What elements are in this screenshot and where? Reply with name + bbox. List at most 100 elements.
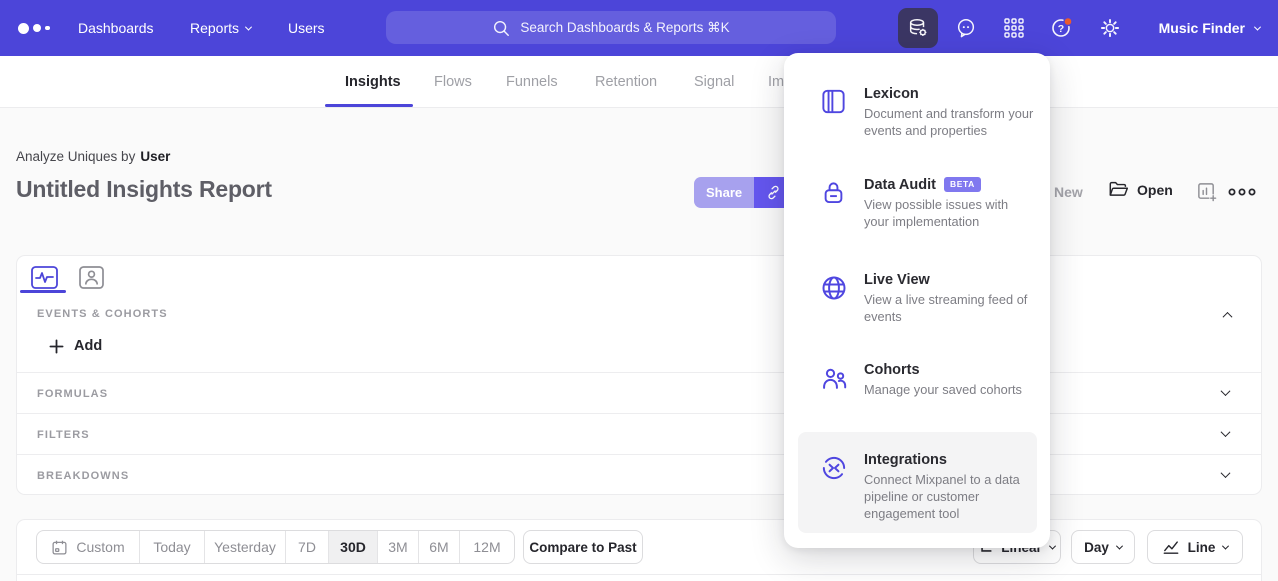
breakdowns-section[interactable]: BREAKDOWNS	[17, 454, 1261, 495]
chevron-down-icon	[1049, 542, 1056, 549]
interval-label: Day	[1084, 540, 1109, 555]
svg-text:?: ?	[1058, 23, 1064, 35]
active-tab-underline	[325, 104, 413, 107]
date-range-label: 6M	[429, 539, 448, 555]
breakdowns-header: BREAKDOWNS	[37, 470, 129, 482]
analyze-breadcrumb: Analyze Uniques by User	[16, 149, 170, 164]
metrics-view-tab[interactable]	[31, 266, 61, 290]
date-range-today[interactable]: Today	[139, 531, 204, 563]
apps-grid-button[interactable]	[994, 8, 1034, 48]
ellipsis-icon	[1228, 186, 1256, 198]
integrations-sync-icon	[820, 452, 848, 523]
active-view-underline	[20, 290, 66, 293]
menu-item-title: Cohorts	[864, 362, 920, 378]
search-input[interactable]: Search Dashboards & Reports ⌘K	[386, 11, 836, 44]
menu-item-description: Connect Mixpanel to a data pipeline or c…	[864, 472, 1036, 523]
new-report-button[interactable]: New	[1054, 184, 1083, 200]
nav-reports-label: Reports	[190, 20, 239, 36]
project-name-label: Music Finder	[1159, 20, 1245, 36]
chevron-down-icon	[1116, 542, 1123, 549]
date-range-12m[interactable]: 12M	[459, 531, 514, 563]
open-report-button[interactable]: Open	[1108, 180, 1173, 199]
chart-type-label: Line	[1188, 540, 1216, 555]
nav-dashboards[interactable]: Dashboards	[78, 0, 154, 56]
chevron-down-icon	[245, 23, 252, 30]
toolbar-divider	[17, 574, 1261, 575]
menu-item-live-view[interactable]: Live View View a live streaming feed of …	[820, 272, 1034, 326]
tab-insights[interactable]: Insights	[345, 56, 401, 108]
menu-item-title: Data Audit	[864, 177, 936, 193]
menu-item-description: Manage your saved cohorts	[864, 382, 1036, 399]
date-range-yesterday[interactable]: Yesterday	[204, 531, 285, 563]
formulas-header: FORMULAS	[37, 388, 108, 400]
filters-section[interactable]: FILTERS	[17, 413, 1261, 454]
date-range-custom[interactable]: Custom	[37, 531, 139, 563]
search-icon	[492, 19, 510, 37]
expand-breakdowns-chevron-icon	[1221, 468, 1231, 478]
calendar-icon	[51, 539, 68, 556]
more-options-button[interactable]	[1228, 186, 1256, 198]
mixpanel-logo-icon[interactable]	[18, 0, 50, 56]
nav-users-label: Users	[288, 20, 325, 36]
date-range-label: Yesterday	[214, 539, 276, 555]
formulas-section[interactable]: FORMULAS	[17, 372, 1261, 413]
help-icon: ?	[1050, 16, 1074, 40]
add-event-button[interactable]: Add	[49, 338, 102, 354]
notification-dot	[1064, 18, 1072, 26]
report-title[interactable]: Untitled Insights Report	[16, 176, 272, 203]
analyze-prefix-label: Analyze Uniques by	[16, 149, 135, 164]
chart-type-select[interactable]: Line	[1147, 530, 1243, 564]
expand-filters-chevron-icon	[1221, 427, 1231, 437]
lexicon-book-icon	[820, 86, 848, 140]
top-navigation-bar: Dashboards Reports Users Search Dashboar…	[0, 0, 1278, 56]
menu-item-integrations[interactable]: Integrations Connect Mixpanel to a data …	[820, 452, 1034, 523]
chevron-down-icon	[1222, 542, 1229, 549]
collapse-events-chevron-icon[interactable]	[1223, 312, 1233, 322]
menu-item-data-audit[interactable]: Data Audit BETA View possible issues wit…	[820, 177, 1034, 231]
share-label: Share	[706, 185, 742, 200]
query-builder-card: EVENTS & COHORTS Add FORMULAS FILTERS BR…	[16, 255, 1262, 495]
tab-signal[interactable]: Signal	[694, 56, 734, 108]
menu-item-description: View possible issues with your implement…	[864, 197, 1036, 231]
date-range-3m[interactable]: 3M	[377, 531, 418, 563]
menu-item-title: Lexicon	[864, 86, 919, 102]
menu-item-cohorts[interactable]: Cohorts Manage your saved cohorts	[820, 362, 1034, 399]
date-range-7d[interactable]: 7D	[285, 531, 328, 563]
nav-reports[interactable]: Reports	[190, 0, 251, 56]
menu-item-lexicon[interactable]: Lexicon Document and transform your even…	[820, 86, 1034, 140]
add-to-dashboard-button[interactable]	[1196, 181, 1217, 202]
interval-select[interactable]: Day	[1071, 530, 1135, 564]
compare-to-past-button[interactable]: Compare to Past	[523, 530, 643, 564]
events-cohorts-header: EVENTS & COHORTS	[37, 308, 168, 320]
project-selector[interactable]: Music Finder	[1159, 0, 1260, 56]
share-button[interactable]: Share	[694, 177, 754, 208]
nav-users[interactable]: Users	[288, 0, 325, 56]
expand-formulas-chevron-icon	[1221, 386, 1231, 396]
date-range-label: Custom	[76, 539, 124, 555]
app-root: Dashboards Reports Users Search Dashboar…	[0, 0, 1278, 581]
open-label: Open	[1137, 182, 1173, 198]
date-range-group: Custom Today Yesterday 7D 30D 3M 6M 12M	[36, 530, 515, 564]
feedback-button[interactable]	[946, 8, 986, 48]
link-icon	[765, 184, 782, 201]
share-button-group: Share	[694, 177, 792, 208]
analyze-entity-selector[interactable]: User	[140, 149, 170, 164]
date-range-30d[interactable]: 30D	[328, 531, 377, 563]
data-management-button[interactable]	[898, 8, 938, 48]
date-range-6m[interactable]: 6M	[418, 531, 459, 563]
beta-badge: BETA	[944, 177, 981, 192]
date-range-label: 3M	[388, 539, 407, 555]
profiles-view-tab[interactable]	[79, 266, 109, 290]
search-placeholder: Search Dashboards & Reports ⌘K	[520, 20, 729, 36]
menu-item-description: Document and transform your events and p…	[864, 106, 1036, 140]
tab-funnels[interactable]: Funnels	[506, 56, 558, 108]
tab-flows[interactable]: Flows	[434, 56, 472, 108]
menu-item-title: Integrations	[864, 452, 947, 468]
data-audit-lock-icon	[820, 177, 848, 231]
date-range-label: 7D	[298, 539, 316, 555]
settings-button[interactable]	[1090, 8, 1130, 48]
help-button[interactable]: ?	[1042, 8, 1082, 48]
filters-header: FILTERS	[37, 429, 90, 441]
chevron-down-icon	[1254, 23, 1261, 30]
tab-retention[interactable]: Retention	[595, 56, 657, 108]
